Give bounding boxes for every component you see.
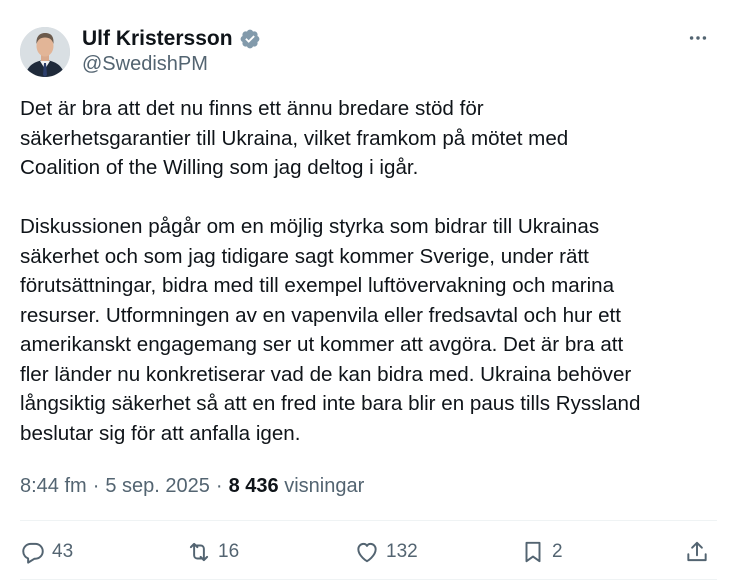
author-name-row[interactable]: Ulf Kristersson (82, 26, 261, 52)
action-bar: 43 16 132 2 (20, 534, 717, 570)
repost-button[interactable]: 16 (186, 534, 239, 570)
repost-count: 16 (218, 541, 240, 562)
views-count: 8 436 (228, 475, 279, 497)
tweet-text: Det är bra att det nu finns ett ännu bre… (20, 94, 720, 448)
tweet-date[interactable]: 5 sep. 2025 (105, 473, 210, 499)
like-icon (357, 542, 377, 563)
meta-separator: · (215, 475, 223, 497)
reply-icon (22, 542, 44, 564)
views-label: visningar (284, 475, 365, 497)
divider (20, 579, 717, 580)
tweet-time[interactable]: 8:44 fm (20, 473, 87, 499)
tweet-meta: 8:44 fm · 5 sep. 2025 · 8 436 visningar (20, 473, 364, 499)
author-handle[interactable]: @SwedishPM (82, 52, 208, 76)
divider (20, 520, 717, 521)
like-count: 132 (386, 541, 418, 562)
bookmark-count: 2 (552, 541, 563, 562)
verified-badge-icon (239, 28, 261, 50)
bookmark-button[interactable]: 2 (520, 534, 563, 570)
repost-icon (189, 542, 209, 562)
like-button[interactable]: 132 (354, 534, 418, 570)
tweet-card: Ulf Kristersson @SwedishPM Det är bra at… (0, 0, 732, 588)
avatar-photo (20, 27, 70, 77)
more-options-button[interactable] (682, 22, 714, 54)
reply-button[interactable]: 43 (20, 534, 73, 570)
avatar[interactable] (20, 27, 70, 77)
tweet-paragraph: Diskussionen pågår om en möjlig styrka s… (20, 215, 641, 445)
tweet-paragraph: Det är bra att det nu finns ett ännu bre… (20, 97, 569, 179)
reply-count: 43 (52, 541, 74, 562)
more-options-icon (689, 36, 707, 40)
meta-separator: · (92, 475, 100, 497)
share-icon (687, 541, 707, 562)
author-name[interactable]: Ulf Kristersson (82, 26, 233, 52)
share-button[interactable] (684, 534, 710, 570)
bookmark-icon (525, 541, 541, 563)
